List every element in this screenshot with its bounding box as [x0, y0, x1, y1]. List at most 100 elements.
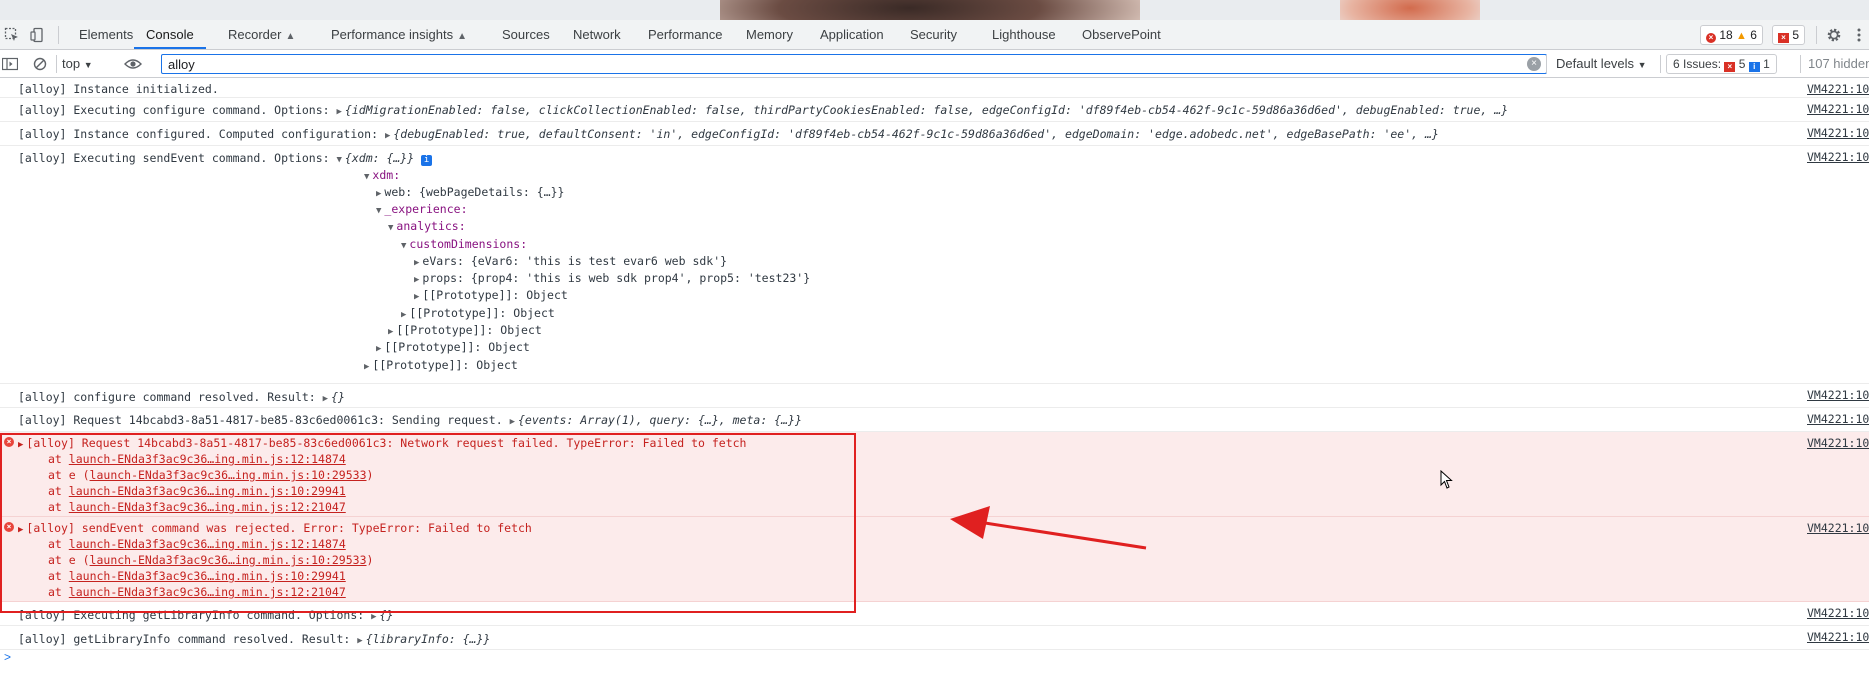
- expand-triangle-icon[interactable]: ▶: [18, 440, 23, 450]
- expand-triangle-icon[interactable]: ▶: [385, 131, 390, 141]
- stack-link[interactable]: launch-ENda3f3ac9c36…ing.min.js:12:14874: [69, 452, 346, 466]
- console-filter-bar: top ▼ × Default levels ▼ 6 Issues: × 5 i…: [0, 50, 1869, 78]
- tab-label: Console: [146, 27, 194, 42]
- tab-console[interactable]: Console: [134, 20, 206, 49]
- error-icon: ×: [4, 522, 14, 532]
- error-warning-counter[interactable]: × 18 ▲ 6: [1700, 25, 1763, 45]
- tree-node[interactable]: ▶ eVars: {eVar6: 'this is test evar6 web …: [414, 254, 727, 268]
- object-preview[interactable]: {xdm: {…}}: [345, 151, 414, 165]
- tree-node[interactable]: ▼ customDimensions:: [401, 237, 527, 251]
- source-link[interactable]: VM4221:10: [1807, 388, 1869, 402]
- tab-performance[interactable]: Performance: [648, 20, 722, 49]
- source-link[interactable]: VM4221:10: [1807, 82, 1869, 96]
- issues-count: 5: [1792, 28, 1800, 42]
- log-levels-select[interactable]: Default levels ▼: [1556, 56, 1647, 71]
- context-select[interactable]: top ▼: [62, 56, 93, 71]
- tab-label: ObservePoint: [1082, 27, 1161, 42]
- info-icon[interactable]: i: [421, 155, 433, 166]
- tree-node[interactable]: ▶ [[Prototype]]: Object: [376, 340, 530, 354]
- object-preview[interactable]: {idMigrationEnabled: false, clickCollect…: [345, 103, 1508, 117]
- tree-node[interactable]: ▶ [[Prototype]]: Object: [388, 323, 542, 337]
- source-link[interactable]: VM4221:10: [1807, 126, 1869, 140]
- source-link[interactable]: VM4221:10: [1807, 412, 1869, 426]
- tree-node[interactable]: ▼ xdm:: [364, 168, 400, 182]
- tab-label: Security: [910, 27, 957, 42]
- object-preview[interactable]: {events: Array(1), query: {…}, meta: {…}…: [518, 413, 802, 427]
- error-icon: ×: [4, 437, 14, 447]
- issue-error-icon: ×: [1778, 33, 1789, 43]
- tree-node[interactable]: ▼ _experience:: [376, 202, 468, 216]
- source-link[interactable]: VM4221:10: [1807, 606, 1869, 620]
- object-preview[interactable]: {}: [380, 608, 394, 622]
- object-preview[interactable]: {debugEnabled: true, defaultConsent: 'in…: [393, 127, 1438, 141]
- clear-console-icon[interactable]: [30, 54, 50, 74]
- toolbar-divider: [56, 55, 57, 73]
- tree-node[interactable]: ▶ [[Prototype]]: Object: [401, 306, 555, 320]
- console-prompt[interactable]: >: [4, 650, 11, 664]
- issues-error-count: 5: [1738, 57, 1746, 71]
- tree-key: customDimensions:: [409, 237, 528, 251]
- source-link[interactable]: VM4221:10: [1807, 150, 1869, 164]
- tab-lighthouse[interactable]: Lighthouse: [992, 20, 1056, 49]
- warning-icon: ▲: [1736, 30, 1747, 42]
- stack-link[interactable]: launch-ENda3f3ac9c36…ing.min.js:12:14874: [69, 537, 346, 551]
- tree-text: [[Prototype]]: Object: [409, 306, 555, 320]
- expand-triangle-icon[interactable]: ▶: [371, 612, 376, 622]
- more-icon[interactable]: [1852, 25, 1866, 45]
- toolbar-divider: [1800, 55, 1801, 73]
- source-link[interactable]: VM4221:10: [1807, 521, 1869, 535]
- clear-filter-icon[interactable]: ×: [1527, 57, 1541, 71]
- message-text: [alloy] Request 14bcabd3-8a51-4817-be85-…: [18, 413, 510, 427]
- console-filter-input[interactable]: [161, 54, 1547, 74]
- object-preview[interactable]: {libraryInfo: {…}}: [366, 632, 491, 646]
- gear-icon[interactable]: [1824, 25, 1844, 45]
- source-link[interactable]: VM4221:10: [1807, 630, 1869, 644]
- tab-memory[interactable]: Memory: [746, 20, 793, 49]
- object-preview[interactable]: {}: [331, 390, 345, 404]
- issues-button[interactable]: 6 Issues: × 5 i 1: [1666, 54, 1777, 74]
- source-link[interactable]: VM4221:10: [1807, 102, 1869, 116]
- chevron-down-icon: ▼: [83, 60, 93, 70]
- expand-triangle-icon[interactable]: ▶: [323, 394, 328, 404]
- expand-triangle-icon[interactable]: ▶: [337, 107, 342, 117]
- tab-observepoint[interactable]: ObservePoint: [1082, 20, 1161, 49]
- tab-security[interactable]: Security: [910, 20, 957, 49]
- tab-network[interactable]: Network: [573, 20, 621, 49]
- stack-link[interactable]: launch-ENda3f3ac9c36…ing.min.js:12:21047: [69, 585, 346, 599]
- stack-link[interactable]: launch-ENda3f3ac9c36…ing.min.js:10:29941: [69, 484, 346, 498]
- tab-recorder[interactable]: Recorder ▲: [228, 20, 295, 49]
- tab-label: Network: [573, 27, 621, 42]
- issue-error-icon: ×: [1724, 62, 1736, 72]
- tree-text: props: {prop4: 'this is web sdk prop4', …: [422, 271, 811, 285]
- chevron-down-icon: ▼: [1637, 60, 1647, 70]
- tab-label: Recorder: [228, 27, 282, 42]
- tab-sources[interactable]: Sources: [502, 20, 550, 49]
- stack-link[interactable]: launch-ENda3f3ac9c36…ing.min.js:10:29941: [69, 569, 346, 583]
- device-toggle-icon[interactable]: [28, 25, 48, 45]
- tree-node[interactable]: ▶ [[Prototype]]: Object: [364, 358, 518, 372]
- stack-link[interactable]: launch-ENda3f3ac9c36…ing.min.js:12:21047: [69, 500, 346, 514]
- source-link[interactable]: VM4221:10: [1807, 436, 1869, 450]
- tab-application[interactable]: Application: [820, 20, 884, 49]
- tree-node[interactable]: ▶ [[Prototype]]: Object: [414, 288, 568, 302]
- tree-node[interactable]: ▼ analytics:: [388, 219, 466, 233]
- flask-icon: ▲: [285, 31, 296, 42]
- expand-triangle-icon[interactable]: ▶: [18, 525, 23, 535]
- tree-text: [[Prototype]]: Object: [422, 288, 568, 302]
- tree-node[interactable]: ▶ props: {prop4: 'this is web sdk prop4',…: [414, 271, 810, 285]
- tree-text: web: {webPageDetails: {…}}: [384, 185, 565, 199]
- expand-triangle-icon[interactable]: ▼: [337, 155, 342, 165]
- expand-triangle-icon[interactable]: ▶: [510, 417, 515, 427]
- error-icon: ×: [1706, 33, 1716, 43]
- tab-performance-insights[interactable]: Performance insights ▲: [331, 20, 467, 49]
- eye-icon[interactable]: [123, 54, 143, 74]
- tree-node[interactable]: ▶ web: {webPageDetails: {…}}: [376, 185, 564, 199]
- expand-triangle-icon[interactable]: ▶: [357, 636, 362, 646]
- hidden-messages-count: 107 hidden: [1808, 56, 1869, 71]
- stack-link[interactable]: launch-ENda3f3ac9c36…ing.min.js:10:29533: [90, 553, 367, 567]
- stack-link[interactable]: launch-ENda3f3ac9c36…ing.min.js:10:29533: [90, 468, 367, 482]
- sidebar-icon[interactable]: [0, 54, 20, 74]
- issues-counter[interactable]: × 5: [1772, 25, 1806, 45]
- tab-elements[interactable]: Elements: [79, 20, 133, 49]
- inspect-icon[interactable]: [2, 25, 22, 45]
